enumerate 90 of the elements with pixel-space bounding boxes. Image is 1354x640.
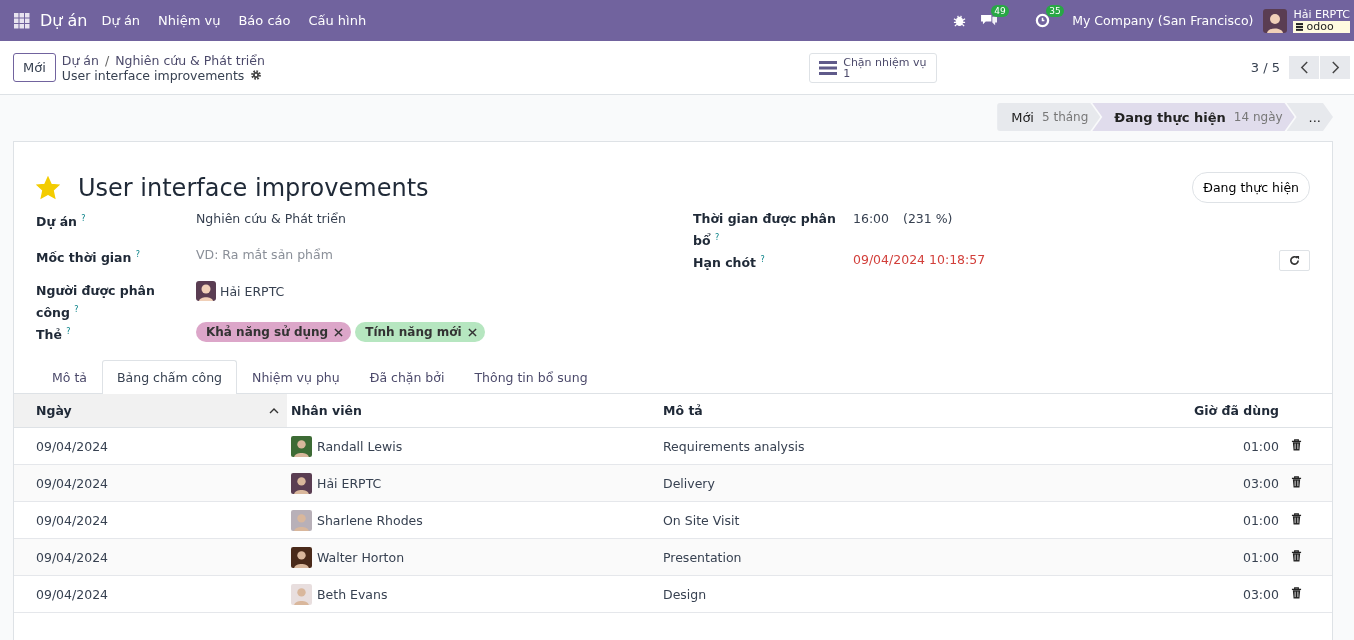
project-field[interactable]: Nghiên cứu & Phát triển [196,209,346,228]
new-button[interactable]: Mới [13,53,56,82]
delete-icon[interactable] [1291,549,1302,562]
table-cell: 09/04/2024 [14,538,287,576]
tab[interactable]: Bảng chấm công [101,360,238,395]
previous-button[interactable] [1289,56,1319,79]
avatar-icon [196,281,216,301]
chat-icon[interactable] [980,13,1000,28]
avatar-icon [291,472,312,494]
assignee-name[interactable]: Hải ERPTC [220,281,285,301]
table-cell: 03:00 [1043,464,1287,502]
clock-icon[interactable] [1035,13,1051,28]
table-cell: Design [659,575,1044,613]
allocated-hours-field[interactable]: 16:00 [853,209,890,228]
pager-counter: 3 / 5 [1250,60,1280,75]
user-name[interactable]: Hải ERPTC [1293,8,1350,21]
table-cell: 01:00 [1043,501,1287,539]
tab[interactable]: Đã chặn bởi [354,360,460,395]
field-label: Người được phân công $^{?}$ [36,283,155,321]
avatar-icon[interactable] [1263,8,1288,33]
record-name: User interface improvements [61,67,245,83]
delete-icon[interactable] [1291,475,1302,488]
database-label: odoo [1306,20,1334,33]
tag[interactable]: Khả năng sử dụng [196,322,352,343]
breadcrumb-separator: / [104,52,110,68]
employee-name: Beth Evans [317,586,388,602]
activity-count: 35 [1046,5,1064,17]
table-cell: Delivery [659,464,1044,502]
employee-name: Hải ERPTC [317,475,382,491]
menu-item[interactable]: Dự án [101,13,141,28]
menu-item[interactable]: Nhiệm vụ [158,13,221,28]
stage-button[interactable]: Mới 5 tháng [997,103,1101,131]
star-icon[interactable] [36,175,60,200]
field-label: Mốc thời gian $^{?}$ [36,250,141,266]
breadcrumb-link[interactable]: Nghiên cứu & Phát triển [115,52,265,68]
message-count: 49 [991,5,1009,17]
deadline-field[interactable]: 09/04/2024 10:18:57 [853,250,986,270]
avatar-icon [291,546,312,568]
blocked-tasks-button[interactable]: Chặn nhiệm vụ 1 [809,52,937,83]
database-icon [1296,22,1304,31]
delete-icon[interactable] [1291,438,1302,451]
state-button[interactable]: Đang thực hiện [1192,172,1310,203]
company-switcher[interactable]: My Company (San Francisco) [1072,13,1254,28]
apps-menu-icon[interactable] [14,12,30,29]
delete-icon[interactable] [1291,586,1302,599]
tag[interactable]: Tính năng mới [355,322,485,343]
remove-icon[interactable] [467,327,477,337]
table-cell: Presentation [659,538,1044,576]
bug-icon[interactable] [953,14,967,27]
table-cell: 03:00 [1043,575,1287,613]
avatar-icon [291,583,312,605]
avatar-icon [291,509,312,531]
table-cell: 09/04/2024 [14,501,287,539]
stage-button[interactable]: Đang thực hiện 14 ngày [1092,103,1295,131]
field-label: Thẻ $^{?}$ [36,327,71,343]
tab[interactable]: Thông tin bổ sung [459,360,603,395]
table-cell: On Site Visit [659,501,1044,539]
column-header[interactable]: Nhân viên [287,394,659,428]
field-label: Dự án $^{?}$ [36,214,86,230]
settings-icon[interactable] [250,69,263,81]
app-name[interactable]: Dự án [40,11,88,30]
column-header[interactable]: Ngày [14,394,287,428]
chevron-right-icon [1330,61,1340,74]
remove-icon[interactable] [334,327,344,337]
refresh-icon [1289,255,1300,267]
employee-name: Walter Horton [317,549,405,565]
table-cell: Requirements analysis [659,427,1044,465]
employee-name: Randall Lewis [317,438,403,454]
table-cell: 01:00 [1043,427,1287,465]
progress-percent: (231 %) [903,210,953,228]
menu-item[interactable]: Báo cáo [238,13,291,28]
table-cell: 01:00 [1043,538,1287,576]
table-cell: 09/04/2024 [14,427,287,465]
tasks-icon [819,60,838,75]
tab[interactable]: Nhiệm vụ phụ [237,360,355,395]
refresh-button[interactable] [1279,250,1310,272]
employee-name: Sharlene Rhodes [317,512,423,528]
delete-icon[interactable] [1291,512,1302,525]
field-label: Hạn chót $^{?}$ [693,255,765,271]
tab[interactable]: Mô tả [37,360,102,395]
menu-item[interactable]: Cấu hình [308,13,367,28]
task-title[interactable]: User interface improvements [78,173,429,202]
table-cell: 09/04/2024 [14,575,287,613]
next-button[interactable] [1320,56,1350,79]
avatar-icon [291,435,312,457]
breadcrumb-link[interactable]: Dự án [61,52,99,68]
field-label: Thời gian được phân bổ $^{?}$ [693,211,836,249]
stage-button[interactable]: ... [1286,103,1333,131]
table-cell: 09/04/2024 [14,464,287,502]
chevron-left-icon [1299,61,1309,74]
